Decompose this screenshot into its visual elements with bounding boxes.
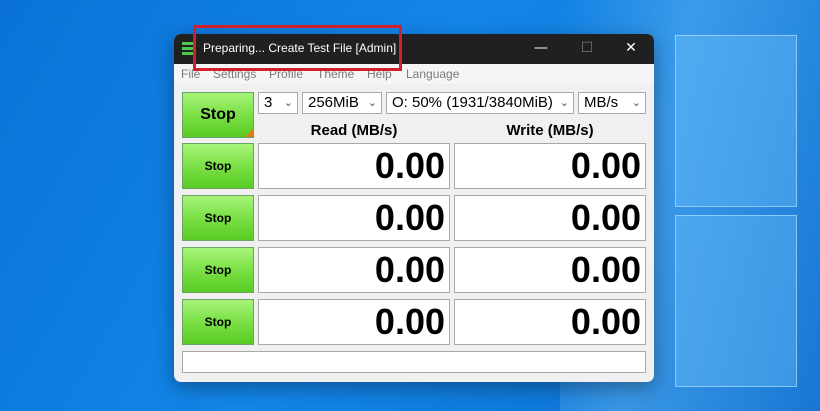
count-select[interactable]: 3 ⌄ <box>258 92 298 114</box>
chevron-down-icon: ⌄ <box>283 97 293 109</box>
chevron-down-icon: ⌄ <box>367 97 377 109</box>
stop-all-label: Stop <box>200 106 236 123</box>
count-value: 3 <box>264 94 273 111</box>
write-header: Write (MB/s) <box>506 122 594 139</box>
crystaldiskmark-window: Preparing... Create Test File [Admin] — … <box>174 34 654 382</box>
size-select[interactable]: 256MiB ⌄ <box>302 92 382 114</box>
write-value-row-3: 0.00 <box>454 247 646 293</box>
write-value-row-2: 0.00 <box>454 195 646 241</box>
write-value-row-1: 0.00 <box>454 143 646 189</box>
read-value-row-1: 0.00 <box>258 143 450 189</box>
drive-select[interactable]: O: 50% (1931/3840MiB) ⌄ <box>386 92 574 114</box>
size-value: 256MiB <box>308 94 359 111</box>
read-value-row-4: 0.00 <box>258 299 450 345</box>
menu-language[interactable]: Language <box>406 67 459 81</box>
windows-logo-lower-pane <box>675 215 797 387</box>
read-header: Read (MB/s) <box>310 122 398 139</box>
close-button[interactable]: ✕ <box>608 34 654 64</box>
corner-indicator <box>245 129 253 137</box>
stop-all-button[interactable]: Stop <box>182 92 254 138</box>
unit-select[interactable]: MB/s ⌄ <box>578 92 646 114</box>
read-value-row-3: 0.00 <box>258 247 450 293</box>
stop-button-row-2[interactable]: Stop <box>182 195 254 241</box>
unit-value: MB/s <box>584 94 619 111</box>
stop-button-row-4[interactable]: Stop <box>182 299 254 345</box>
write-value-row-4: 0.00 <box>454 299 646 345</box>
status-comment-field[interactable] <box>182 351 646 373</box>
title-highlight-box <box>193 25 402 71</box>
windows-logo-upper-pane <box>675 35 797 207</box>
maximize-button[interactable]: ☐ <box>564 34 610 64</box>
read-value-row-2: 0.00 <box>258 195 450 241</box>
drive-value: O: 50% (1931/3840MiB) <box>392 94 553 111</box>
stop-button-row-1[interactable]: Stop <box>182 143 254 189</box>
minimize-button[interactable]: — <box>518 34 564 64</box>
chevron-down-icon: ⌄ <box>556 93 569 113</box>
stop-button-row-3[interactable]: Stop <box>182 247 254 293</box>
chevron-down-icon: ⌄ <box>631 97 641 109</box>
